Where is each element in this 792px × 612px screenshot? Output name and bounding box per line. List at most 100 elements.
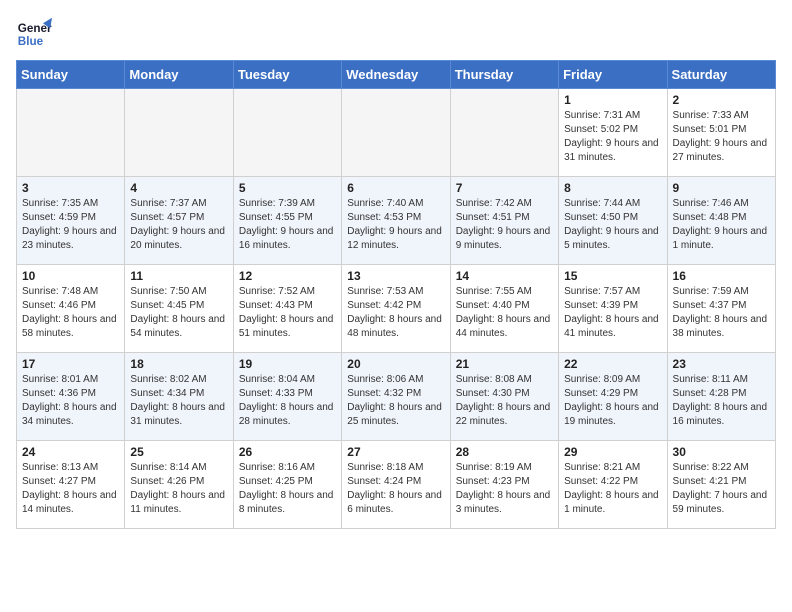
day-info: Sunrise: 8:13 AM Sunset: 4:27 PM Dayligh… xyxy=(22,461,119,517)
day-number: 1 xyxy=(564,93,661,107)
calendar-cell: 21 Sunrise: 8:08 AM Sunset: 4:30 PM Dayli… xyxy=(450,353,558,441)
day-info: Sunrise: 7:48 AM Sunset: 4:46 PM Dayligh… xyxy=(22,285,119,341)
svg-text:Blue: Blue xyxy=(18,35,44,48)
calendar-cell: 11 Sunrise: 7:50 AM Sunset: 4:45 PM Dayli… xyxy=(125,265,233,353)
day-info: Sunrise: 8:19 AM Sunset: 4:23 PM Dayligh… xyxy=(456,461,553,517)
day-info: Sunrise: 8:01 AM Sunset: 4:36 PM Dayligh… xyxy=(22,373,119,429)
weekday-header-monday: Monday xyxy=(125,61,233,89)
day-number: 20 xyxy=(347,357,444,371)
day-number: 12 xyxy=(239,269,336,283)
day-info: Sunrise: 7:35 AM Sunset: 4:59 PM Dayligh… xyxy=(22,197,119,253)
day-number: 8 xyxy=(564,181,661,195)
day-number: 17 xyxy=(22,357,119,371)
calendar-cell: 23Sunrise: 8:11 AM Sunset: 4:28 PM Dayli… xyxy=(667,353,775,441)
day-number: 27 xyxy=(347,445,444,459)
calendar-cell: 22 Sunrise: 8:09 AM Sunset: 4:29 PM Dayli… xyxy=(559,353,667,441)
calendar-cell: 12 Sunrise: 7:52 AM Sunset: 4:43 PM Dayli… xyxy=(233,265,341,353)
day-number: 29 xyxy=(564,445,661,459)
day-info: Sunrise: 7:50 AM Sunset: 4:45 PM Dayligh… xyxy=(130,285,227,341)
weekday-header-saturday: Saturday xyxy=(667,61,775,89)
day-number: 14 xyxy=(456,269,553,283)
logo-icon: General Blue xyxy=(16,16,52,52)
calendar-cell: 7Sunrise: 7:42 AM Sunset: 4:51 PM Daylig… xyxy=(450,177,558,265)
calendar-cell: 6 Sunrise: 7:40 AM Sunset: 4:53 PM Daylig… xyxy=(342,177,450,265)
day-number: 26 xyxy=(239,445,336,459)
day-number: 13 xyxy=(347,269,444,283)
day-info: Sunrise: 8:11 AM Sunset: 4:28 PM Dayligh… xyxy=(673,373,770,429)
day-info: Sunrise: 8:09 AM Sunset: 4:29 PM Dayligh… xyxy=(564,373,661,429)
calendar-cell xyxy=(450,89,558,177)
calendar-cell: 15Sunrise: 7:57 AM Sunset: 4:39 PM Dayli… xyxy=(559,265,667,353)
day-info: Sunrise: 7:55 AM Sunset: 4:40 PM Dayligh… xyxy=(456,285,553,341)
calendar-cell: 19 Sunrise: 8:04 AM Sunset: 4:33 PM Dayli… xyxy=(233,353,341,441)
calendar-cell: 13Sunrise: 7:53 AM Sunset: 4:42 PM Dayli… xyxy=(342,265,450,353)
day-info: Sunrise: 7:52 AM Sunset: 4:43 PM Dayligh… xyxy=(239,285,336,341)
day-number: 25 xyxy=(130,445,227,459)
calendar-cell: 27 Sunrise: 8:18 AM Sunset: 4:24 PM Dayli… xyxy=(342,441,450,529)
day-number: 30 xyxy=(673,445,770,459)
day-number: 4 xyxy=(130,181,227,195)
day-number: 9 xyxy=(673,181,770,195)
day-number: 11 xyxy=(130,269,227,283)
calendar-cell: 24 Sunrise: 8:13 AM Sunset: 4:27 PM Dayli… xyxy=(17,441,125,529)
calendar-table: SundayMondayTuesdayWednesdayThursdayFrid… xyxy=(16,60,776,529)
day-number: 28 xyxy=(456,445,553,459)
calendar-cell: 18 Sunrise: 8:02 AM Sunset: 4:34 PM Dayli… xyxy=(125,353,233,441)
week-row-4: 24 Sunrise: 8:13 AM Sunset: 4:27 PM Dayli… xyxy=(17,441,776,529)
weekday-header-tuesday: Tuesday xyxy=(233,61,341,89)
day-info: Sunrise: 8:16 AM Sunset: 4:25 PM Dayligh… xyxy=(239,461,336,517)
calendar-cell: 17 Sunrise: 8:01 AM Sunset: 4:36 PM Dayli… xyxy=(17,353,125,441)
day-number: 19 xyxy=(239,357,336,371)
logo: General Blue xyxy=(16,16,56,52)
day-info: Sunrise: 7:39 AM Sunset: 4:55 PM Dayligh… xyxy=(239,197,336,253)
day-number: 16 xyxy=(673,269,770,283)
day-number: 5 xyxy=(239,181,336,195)
day-number: 18 xyxy=(130,357,227,371)
weekday-header-row: SundayMondayTuesdayWednesdayThursdayFrid… xyxy=(17,61,776,89)
week-row-1: 3Sunrise: 7:35 AM Sunset: 4:59 PM Daylig… xyxy=(17,177,776,265)
day-number: 2 xyxy=(673,93,770,107)
day-info: Sunrise: 8:22 AM Sunset: 4:21 PM Dayligh… xyxy=(673,461,770,517)
calendar-cell: 16 Sunrise: 7:59 AM Sunset: 4:37 PM Dayli… xyxy=(667,265,775,353)
day-number: 24 xyxy=(22,445,119,459)
weekday-header-friday: Friday xyxy=(559,61,667,89)
day-info: Sunrise: 8:18 AM Sunset: 4:24 PM Dayligh… xyxy=(347,461,444,517)
calendar-cell xyxy=(17,89,125,177)
day-info: Sunrise: 7:46 AM Sunset: 4:48 PM Dayligh… xyxy=(673,197,770,253)
day-info: Sunrise: 8:08 AM Sunset: 4:30 PM Dayligh… xyxy=(456,373,553,429)
calendar-cell: 9 Sunrise: 7:46 AM Sunset: 4:48 PM Daylig… xyxy=(667,177,775,265)
day-info: Sunrise: 8:02 AM Sunset: 4:34 PM Dayligh… xyxy=(130,373,227,429)
day-info: Sunrise: 7:37 AM Sunset: 4:57 PM Dayligh… xyxy=(130,197,227,253)
header: General Blue xyxy=(16,16,776,52)
weekday-header-wednesday: Wednesday xyxy=(342,61,450,89)
day-info: Sunrise: 7:44 AM Sunset: 4:50 PM Dayligh… xyxy=(564,197,661,253)
day-info: Sunrise: 7:57 AM Sunset: 4:39 PM Dayligh… xyxy=(564,285,661,341)
day-info: Sunrise: 8:21 AM Sunset: 4:22 PM Dayligh… xyxy=(564,461,661,517)
day-number: 10 xyxy=(22,269,119,283)
day-number: 7 xyxy=(456,181,553,195)
week-row-2: 10 Sunrise: 7:48 AM Sunset: 4:46 PM Dayli… xyxy=(17,265,776,353)
calendar-cell xyxy=(342,89,450,177)
day-number: 22 xyxy=(564,357,661,371)
calendar-cell: 30 Sunrise: 8:22 AM Sunset: 4:21 PM Dayli… xyxy=(667,441,775,529)
day-info: Sunrise: 7:33 AM Sunset: 5:01 PM Dayligh… xyxy=(673,109,770,165)
day-number: 6 xyxy=(347,181,444,195)
weekday-header-sunday: Sunday xyxy=(17,61,125,89)
day-info: Sunrise: 8:04 AM Sunset: 4:33 PM Dayligh… xyxy=(239,373,336,429)
day-info: Sunrise: 7:40 AM Sunset: 4:53 PM Dayligh… xyxy=(347,197,444,253)
calendar-cell: 5 Sunrise: 7:39 AM Sunset: 4:55 PM Daylig… xyxy=(233,177,341,265)
day-info: Sunrise: 8:06 AM Sunset: 4:32 PM Dayligh… xyxy=(347,373,444,429)
calendar-cell: 8 Sunrise: 7:44 AM Sunset: 4:50 PM Daylig… xyxy=(559,177,667,265)
calendar-cell: 29 Sunrise: 8:21 AM Sunset: 4:22 PM Dayli… xyxy=(559,441,667,529)
week-row-3: 17 Sunrise: 8:01 AM Sunset: 4:36 PM Dayli… xyxy=(17,353,776,441)
calendar-cell: 3Sunrise: 7:35 AM Sunset: 4:59 PM Daylig… xyxy=(17,177,125,265)
calendar-cell: 28 Sunrise: 8:19 AM Sunset: 4:23 PM Dayli… xyxy=(450,441,558,529)
day-info: Sunrise: 7:59 AM Sunset: 4:37 PM Dayligh… xyxy=(673,285,770,341)
calendar-cell: 25 Sunrise: 8:14 AM Sunset: 4:26 PM Dayli… xyxy=(125,441,233,529)
calendar-cell: 26 Sunrise: 8:16 AM Sunset: 4:25 PM Dayli… xyxy=(233,441,341,529)
calendar-cell: 10 Sunrise: 7:48 AM Sunset: 4:46 PM Dayli… xyxy=(17,265,125,353)
day-info: Sunrise: 8:14 AM Sunset: 4:26 PM Dayligh… xyxy=(130,461,227,517)
day-number: 21 xyxy=(456,357,553,371)
calendar-cell: 1Sunrise: 7:31 AM Sunset: 5:02 PM Daylig… xyxy=(559,89,667,177)
calendar-cell: 20 Sunrise: 8:06 AM Sunset: 4:32 PM Dayli… xyxy=(342,353,450,441)
